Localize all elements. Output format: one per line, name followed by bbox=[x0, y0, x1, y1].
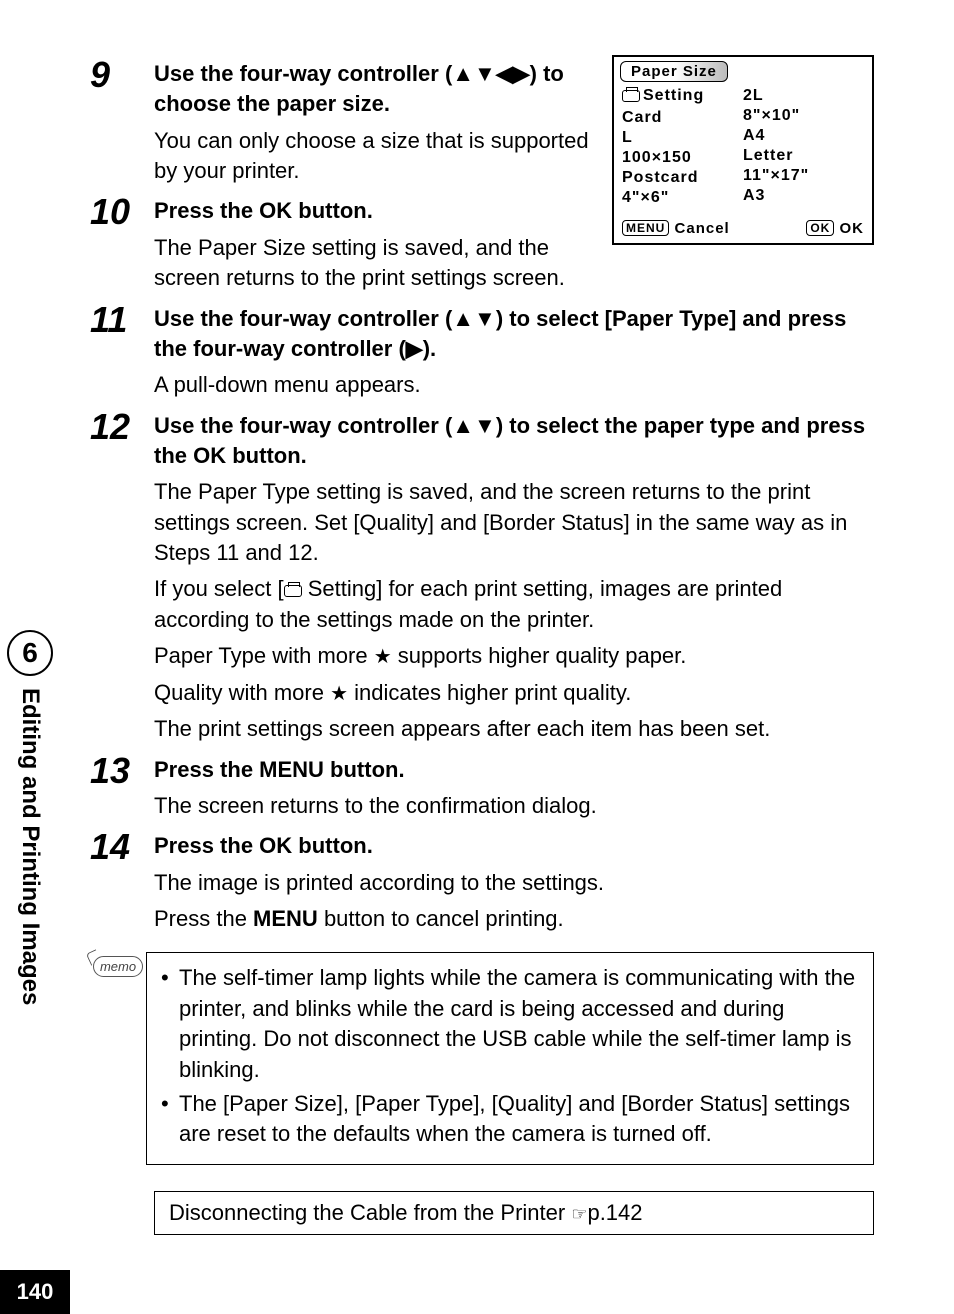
menu-label: MENU bbox=[253, 906, 318, 931]
step-description: Quality with more bbox=[154, 680, 330, 705]
lcd-ok-label: OK bbox=[840, 220, 865, 237]
step-heading-text: Use the four-way controller ( bbox=[154, 306, 452, 331]
printer-icon bbox=[284, 585, 302, 597]
step-description: supports higher quality paper. bbox=[392, 643, 687, 668]
page-number: 140 bbox=[0, 1270, 70, 1314]
step-description: A pull-down menu appears. bbox=[154, 370, 874, 400]
step-heading-text: Press the bbox=[154, 198, 259, 223]
memo-section: memo The self-timer lamp lights while th… bbox=[90, 952, 874, 1164]
section-tab: 6 Editing and Printing Images bbox=[0, 630, 60, 1010]
memo-item: The self-timer lamp lights while the cam… bbox=[161, 963, 859, 1084]
step-number: 12 bbox=[90, 407, 154, 745]
step-heading-text: Use the four-way controller ( bbox=[154, 413, 452, 438]
step-description: The print settings screen appears after … bbox=[154, 714, 874, 744]
step-number: 9 bbox=[90, 55, 154, 186]
lcd-footer: MENU Cancel OK OK bbox=[614, 214, 872, 243]
step-description: button to cancel printing. bbox=[318, 906, 564, 931]
step-heading-text: button. bbox=[292, 198, 373, 223]
reference-text: Disconnecting the Cable from the Printer bbox=[169, 1200, 571, 1225]
step-number: 13 bbox=[90, 751, 154, 822]
lcd-right-column: 2L 8"×10" A4 Letter 11"×17" A3 bbox=[743, 86, 864, 208]
step-description: The image is printed according to the se… bbox=[154, 868, 874, 898]
lcd-option: Setting bbox=[643, 87, 704, 105]
memo-item: The [Paper Size], [Paper Type], [Quality… bbox=[161, 1089, 859, 1150]
pointer-icon: ☞ bbox=[571, 1204, 587, 1224]
step-heading-text: button. bbox=[226, 443, 307, 468]
step-13: 13 Press the MENU button. The screen ret… bbox=[90, 751, 874, 822]
menu-button-icon: MENU bbox=[622, 220, 669, 236]
step-10: 10 Press the OK button. The Paper Size s… bbox=[90, 192, 594, 293]
step-heading-text: Press the bbox=[154, 833, 259, 858]
step-9: 9 Use the four-way controller (▲▼◀▶) to … bbox=[90, 55, 594, 186]
lcd-option: Card bbox=[622, 108, 743, 128]
star-icon: ★ bbox=[330, 683, 348, 705]
lcd-option: A3 bbox=[743, 186, 864, 206]
section-title: Editing and Printing Images bbox=[16, 688, 44, 1005]
step-heading-text: Use the four-way controller bbox=[154, 61, 445, 86]
lcd-option: 8"×10" bbox=[743, 106, 864, 126]
arrow-icons: ▲▼ bbox=[452, 413, 496, 438]
step-description: indicates higher print quality. bbox=[348, 680, 631, 705]
arrow-icons: ▲▼◀▶ bbox=[452, 61, 529, 86]
memo-box: The self-timer lamp lights while the cam… bbox=[146, 952, 874, 1164]
manual-page: 6 Editing and Printing Images 140 Paper … bbox=[0, 0, 954, 1314]
lcd-option: 100×150 bbox=[622, 148, 743, 168]
cross-reference-box: Disconnecting the Cable from the Printer… bbox=[154, 1191, 874, 1235]
lcd-option: Postcard bbox=[622, 168, 743, 188]
ok-label: OK bbox=[259, 833, 292, 858]
step-description: The Paper Size setting is saved, and the… bbox=[154, 233, 594, 294]
step-number: 10 bbox=[90, 192, 154, 293]
step-11: 11 Use the four-way controller (▲▼) to s… bbox=[90, 300, 874, 401]
ok-button-icon: OK bbox=[806, 220, 834, 236]
lcd-option: A4 bbox=[743, 126, 864, 146]
step-number: 14 bbox=[90, 827, 154, 934]
step-heading-text: Press the MENU button. bbox=[154, 755, 874, 785]
lcd-option: Letter bbox=[743, 146, 864, 166]
step-heading-text: ). bbox=[423, 336, 436, 361]
lcd-paper-size-screen: Paper Size Setting Card L 100×150 Postca… bbox=[612, 55, 874, 245]
star-icon: ★ bbox=[374, 646, 392, 668]
lcd-option: 11"×17" bbox=[743, 166, 864, 186]
ok-label: OK bbox=[193, 443, 226, 468]
memo-icon: memo bbox=[93, 956, 143, 977]
page-content: Paper Size Setting Card L 100×150 Postca… bbox=[90, 55, 874, 1235]
step-12: 12 Use the four-way controller (▲▼) to s… bbox=[90, 407, 874, 745]
lcd-option: 2L bbox=[743, 86, 864, 106]
lcd-option: L bbox=[622, 128, 743, 148]
step-description: Press the bbox=[154, 906, 253, 931]
lcd-title: Paper Size bbox=[620, 61, 728, 82]
arrow-icons: ▶ bbox=[406, 336, 423, 361]
ok-label: OK bbox=[259, 198, 292, 223]
step-description: The screen returns to the confirmation d… bbox=[154, 791, 874, 821]
step-description: The Paper Type setting is saved, and the… bbox=[154, 477, 874, 568]
step-number: 11 bbox=[90, 300, 154, 401]
printer-icon bbox=[622, 90, 640, 102]
step-description: Paper Type with more bbox=[154, 643, 374, 668]
arrow-icons: ▲▼ bbox=[452, 306, 496, 331]
section-number: 6 bbox=[7, 630, 53, 676]
lcd-cancel-label: Cancel bbox=[675, 220, 730, 237]
step-description: If you select [ bbox=[154, 576, 284, 601]
lcd-left-column: Setting Card L 100×150 Postcard 4"×6" bbox=[622, 86, 743, 208]
lcd-option: 4"×6" bbox=[622, 188, 743, 208]
step-heading-text: button. bbox=[292, 833, 373, 858]
step-description: You can only choose a size that is suppo… bbox=[154, 126, 594, 187]
step-14: 14 Press the OK button. The image is pri… bbox=[90, 827, 874, 934]
reference-page: p.142 bbox=[587, 1200, 642, 1225]
